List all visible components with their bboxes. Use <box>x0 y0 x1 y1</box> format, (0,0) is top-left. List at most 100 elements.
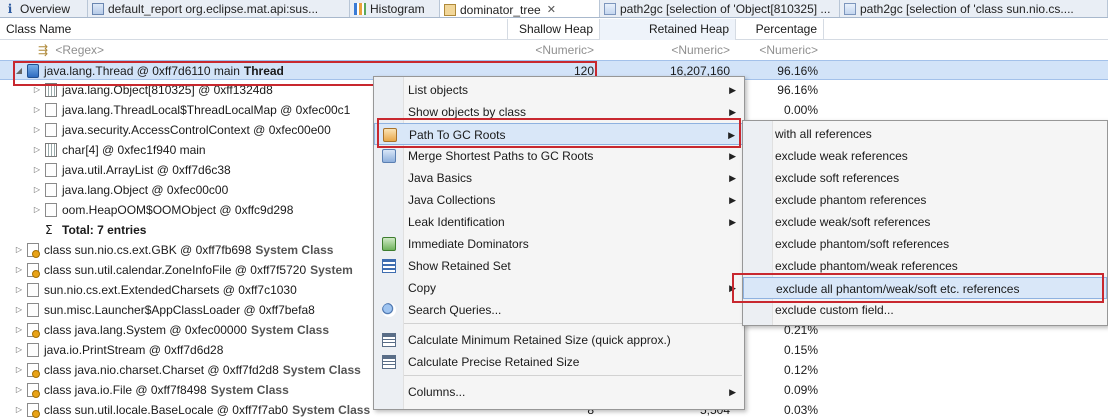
shallow-heap-filter-input[interactable]: <Numeric> <box>508 40 600 60</box>
object-icon <box>45 203 57 217</box>
object-icon <box>45 183 57 197</box>
menu-item-label: Calculate Precise Retained Size <box>408 355 580 369</box>
expand-icon[interactable]: ▷ <box>14 240 24 260</box>
tab-histogram[interactable]: Histogram <box>350 0 440 17</box>
tab-path2gc-class[interactable]: path2gc [selection of 'class sun.nio.cs.… <box>840 0 1108 17</box>
tab-dominator-tree[interactable]: dominator_tree ✕ <box>440 0 600 17</box>
tab-label: default_report org.eclipse.mat.api:sus..… <box>108 2 319 16</box>
menu-item-path-to-gc-roots[interactable]: Path To GC Roots ▶ <box>374 123 744 145</box>
tab-path2gc-object[interactable]: path2gc [selection of 'Object[810325] ..… <box>600 0 840 17</box>
submenu-arrow-icon: ▶ <box>729 107 736 117</box>
object-icon <box>45 103 57 117</box>
expand-icon[interactable]: ▷ <box>14 340 24 360</box>
submenu-item-exclude-custom-field[interactable]: exclude custom field... <box>743 299 1107 321</box>
expand-icon[interactable]: ▷ <box>32 200 42 220</box>
tab-default-report[interactable]: default_report org.eclipse.mat.api:sus..… <box>88 0 350 17</box>
percentage-cell: 0.09% <box>783 383 818 397</box>
immediate-dominators-icon <box>382 237 396 251</box>
context-menu: List objects ▶ Show objects by class ▶ Path … <box>373 76 745 410</box>
expand-icon[interactable]: ▷ <box>32 120 42 140</box>
menu-item-columns[interactable]: Columns... ▶ <box>374 381 744 403</box>
table-header: Class Name Shallow Heap Retained Heap Pe… <box>0 19 1108 40</box>
column-header-shallow-heap[interactable]: Shallow Heap <box>508 19 600 40</box>
report-icon <box>92 3 104 15</box>
column-header-class-name[interactable]: Class Name <box>0 19 508 40</box>
object-icon <box>27 283 39 297</box>
column-header-percentage[interactable]: Percentage <box>736 19 824 40</box>
percentage-cell: 0.12% <box>783 363 818 377</box>
class-icon <box>27 383 40 398</box>
menu-item-copy[interactable]: Copy ▶ <box>374 277 744 299</box>
expand-icon[interactable]: ▷ <box>14 260 24 280</box>
submenu-item-exclude-phantom-weak-references[interactable]: exclude phantom/weak references <box>743 255 1107 277</box>
expand-icon[interactable]: ▷ <box>14 320 24 340</box>
regex-filter-input[interactable]: ⇶ <Regex> <box>32 40 502 60</box>
submenu-item-label: exclude all phantom/weak/soft etc. refer… <box>776 282 1020 296</box>
class-icon <box>27 403 40 418</box>
expand-icon[interactable]: ▷ <box>14 380 24 400</box>
expand-icon[interactable]: ▷ <box>14 280 24 300</box>
menu-item-leak-identification[interactable]: Leak Identification ▶ <box>374 211 744 233</box>
object-name: class sun.nio.cs.ext.GBK @ 0xff7fb698 <box>44 243 252 257</box>
expand-icon[interactable]: ▷ <box>32 100 42 120</box>
close-icon[interactable]: ✕ <box>547 3 556 16</box>
menu-item-show-objects-by-class[interactable]: Show objects by class ▶ <box>374 101 744 123</box>
submenu-item-label: exclude phantom/weak references <box>775 259 958 273</box>
object-name: java.lang.Object[810325] @ 0xff1324d8 <box>62 83 273 97</box>
submenu-item-exclude-weak-references[interactable]: exclude weak references <box>743 145 1107 167</box>
menu-item-java-basics[interactable]: Java Basics ▶ <box>374 167 744 189</box>
submenu-item-with-all-references[interactable]: with all references <box>743 123 1107 145</box>
submenu-item-label: with all references <box>775 127 872 141</box>
expand-icon[interactable]: ▷ <box>14 300 24 320</box>
info-icon: i <box>7 2 13 16</box>
menu-item-calculate-minimum-retained-size-quick-approx[interactable]: Calculate Minimum Retained Size (quick a… <box>374 329 744 351</box>
collapse-icon[interactable]: ◢ <box>14 61 24 81</box>
menu-item-list-objects[interactable]: List objects ▶ <box>374 79 744 101</box>
object-name: java.util.ArrayList @ 0xff7d6c38 <box>62 163 231 177</box>
submenu-item-exclude-phantom-references[interactable]: exclude phantom references <box>743 189 1107 211</box>
submenu-arrow-icon: ▶ <box>729 387 736 397</box>
system-class-label: System Class <box>292 403 371 417</box>
tab-overview[interactable]: i Overview <box>0 0 88 17</box>
menu-item-search-queries[interactable]: Search Queries... <box>374 299 744 321</box>
expand-icon[interactable]: ▷ <box>32 80 42 100</box>
expand-icon[interactable]: ▷ <box>32 160 42 180</box>
object-name: class sun.util.calendar.ZoneInfoFile @ 0… <box>44 263 307 277</box>
expand-icon[interactable]: ▷ <box>32 140 42 160</box>
system-class-label: System Class <box>250 323 329 337</box>
expand-icon[interactable]: ▷ <box>32 180 42 200</box>
expand-icon[interactable]: ▷ <box>14 360 24 380</box>
retained-heap-filter-input[interactable]: <Numeric> <box>600 40 736 60</box>
percentage-cell: 96.16% <box>777 64 818 78</box>
submenu-arrow-icon: ▶ <box>729 283 736 293</box>
object-name: class java.lang.System @ 0xfec00000 <box>44 323 247 337</box>
column-header-retained-heap[interactable]: Retained Heap <box>600 19 736 40</box>
expand-icon[interactable]: ▷ <box>14 400 24 420</box>
menu-item-show-retained-set[interactable]: Show Retained Set <box>374 255 744 277</box>
menu-item-label: Java Collections <box>408 193 496 207</box>
menu-item-label: List objects <box>408 83 469 97</box>
menu-item-label: Columns... <box>408 385 466 399</box>
object-name: java.io.PrintStream @ 0xff7d6d28 <box>44 343 224 357</box>
search-queries-icon <box>382 303 396 317</box>
menu-item-label: Copy <box>408 281 437 295</box>
submenu-item-exclude-weak-soft-references[interactable]: exclude weak/soft references <box>743 211 1107 233</box>
submenu-item-label: exclude weak references <box>775 149 908 163</box>
menu-item-merge-shortest-paths-to-gc-roots[interactable]: Merge Shortest Paths to GC Roots ▶ <box>374 145 744 167</box>
menu-item-calculate-precise-retained-size[interactable]: Calculate Precise Retained Size <box>374 351 744 373</box>
submenu-item-exclude-phantom-soft-references[interactable]: exclude phantom/soft references <box>743 233 1107 255</box>
percentage-filter-input[interactable]: <Numeric> <box>736 40 824 60</box>
menu-item-label: Calculate Minimum Retained Size (quick a… <box>408 333 671 347</box>
path-to-gc-roots-submenu: with all references exclude weak referenc… <box>742 120 1108 326</box>
submenu-arrow-icon: ▶ <box>729 151 736 161</box>
editor-tab-bar: i Overview default_report org.eclipse.ma… <box>0 0 1108 18</box>
object-name: class java.io.File @ 0xff7f8498 <box>44 383 207 397</box>
object-name: char[4] @ 0xfec1f940 main <box>62 143 206 157</box>
object-name: class java.nio.charset.Charset @ 0xff7fd… <box>44 363 279 377</box>
menu-item-java-collections[interactable]: Java Collections ▶ <box>374 189 744 211</box>
menu-item-immediate-dominators[interactable]: Immediate Dominators <box>374 233 744 255</box>
dominator-tree-icon <box>444 3 456 16</box>
submenu-item-exclude-soft-references[interactable]: exclude soft references <box>743 167 1107 189</box>
submenu-item-exclude-all-phantom-weak-soft-etc-references[interactable]: exclude all phantom/weak/soft etc. refer… <box>743 277 1107 299</box>
calculator-icon <box>382 333 396 347</box>
